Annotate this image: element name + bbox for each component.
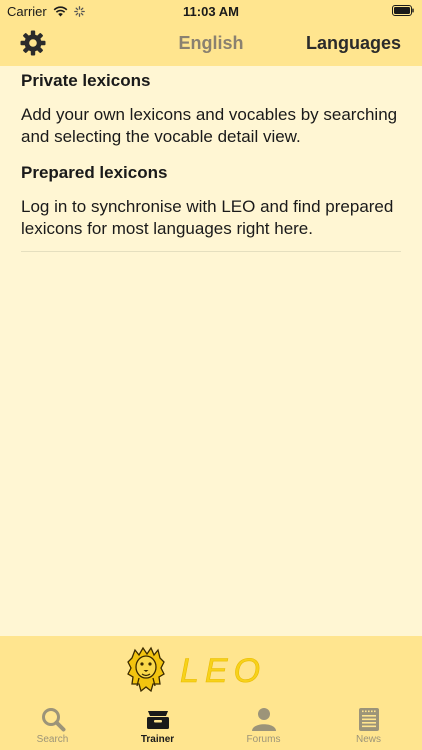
trainer-box-icon (146, 711, 169, 729)
section-body: Add your own lexicons and vocables by se… (21, 105, 398, 146)
tab-forums[interactable]: Forums (211, 701, 316, 750)
navigation-bar: English Languages (0, 22, 422, 66)
languages-button[interactable]: Languages (306, 33, 401, 54)
tab-bar: Search Trainer Forums News (0, 701, 422, 750)
news-icon (358, 708, 379, 731)
lexicon-content: Private lexicons Add your own lexicons a… (21, 66, 401, 252)
tab-news[interactable]: News (316, 701, 421, 750)
tab-label: Forums (246, 734, 281, 745)
logo-bar: LEO (0, 636, 422, 701)
status-time: 11:03 AM (183, 4, 239, 19)
leo-wordmark-text: LEO (180, 652, 266, 690)
section-title: Prepared lexicons (21, 163, 168, 182)
section-body: Log in to synchronise with LEO and find … (21, 197, 394, 238)
private-lexicons-section: Private lexicons Add your own lexicons a… (21, 70, 401, 148)
tab-label: Trainer (140, 734, 175, 745)
person-icon (251, 708, 276, 731)
status-bar: Carrier 11:03 AM (0, 0, 422, 22)
battery-icon (392, 5, 414, 16)
content-divider (21, 251, 401, 252)
tab-label: Search (36, 734, 69, 745)
tab-trainer[interactable]: Trainer (105, 701, 210, 750)
search-icon (41, 708, 65, 732)
leo-wordmark: LEO (180, 652, 266, 690)
prepared-lexicons-section: Prepared lexicons Log in to synchronise … (21, 162, 401, 240)
leo-lion-logo-icon (127, 646, 165, 692)
tab-search[interactable]: Search (0, 701, 105, 750)
section-title: Private lexicons (21, 71, 151, 90)
tab-label: News (355, 734, 381, 745)
